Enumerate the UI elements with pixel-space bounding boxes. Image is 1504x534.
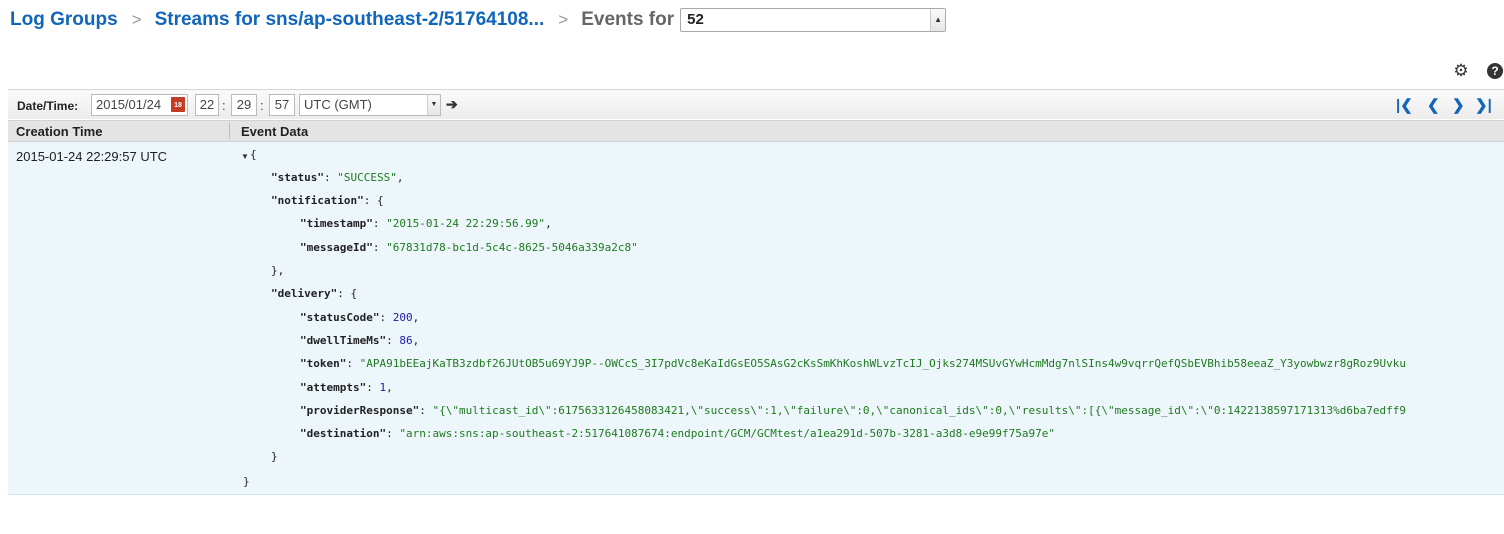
time-colon: : [260, 98, 264, 113]
column-header-creation-time[interactable]: Creation Time [16, 124, 102, 139]
date-time-label: Date/Time: [17, 99, 79, 113]
json-line: "token": "APA91bEEajKaTB3zdbf26JUtOB5u69… [300, 357, 1406, 370]
breadcrumb-separator: > [131, 10, 142, 29]
breadcrumb: Log Groups > Streams for sns/ap-southeas… [10, 6, 947, 34]
breadcrumb-events-label: Events for [581, 9, 675, 30]
collapse-triangle-icon[interactable]: ▼ [241, 152, 249, 161]
column-divider[interactable] [229, 123, 230, 139]
breadcrumb-separator: > [558, 10, 569, 29]
first-page-icon[interactable]: |❮ [1396, 96, 1413, 114]
json-line: "dwellTimeMs": 86, [300, 334, 420, 347]
json-line: } [243, 475, 250, 488]
timezone-select[interactable]: UTC (GMT) ▼ [299, 94, 441, 116]
json-line: "messageId": "67831d78-bc1d-5c4c-8625-50… [300, 241, 638, 254]
gear-icon[interactable]: ⚙ [1452, 62, 1470, 80]
prev-page-icon[interactable]: ❮ [1427, 96, 1440, 114]
json-line: "statusCode": 200, [300, 311, 420, 324]
creation-time-cell: 2015-01-24 22:29:57 UTC [16, 149, 168, 164]
stream-select[interactable]: 52 ▲ [680, 8, 947, 32]
json-line: "attempts": 1, [300, 381, 393, 394]
json-line: "providerResponse": "{\"multicast_id\":6… [300, 404, 1406, 417]
stream-select-value: 52 [687, 11, 704, 28]
json-line: "delivery": { [271, 287, 358, 300]
dropdown-arrow-icon: ▲ [930, 9, 946, 31]
help-icon[interactable]: ? [1487, 63, 1503, 79]
breadcrumb-streams-link[interactable]: Streams for sns/ap-southeast-2/51764108.… [155, 9, 545, 31]
last-page-icon[interactable]: ❯| [1475, 96, 1492, 114]
dropdown-arrow-icon: ▼ [427, 95, 440, 115]
json-line: }, [271, 264, 285, 277]
minute-input[interactable]: 29 [231, 94, 257, 116]
json-line: "notification": { [271, 194, 384, 207]
json-line: { [250, 148, 257, 161]
second-value: 57 [274, 97, 290, 112]
json-line: "destination": "arn:aws:sns:ap-southeast… [300, 427, 1055, 440]
json-line: "timestamp": "2015-01-24 22:29:56.99", [300, 217, 552, 230]
json-line: } [271, 450, 278, 463]
breadcrumb-log-groups-link[interactable]: Log Groups [10, 9, 118, 31]
timezone-value: UTC (GMT) [304, 97, 372, 112]
table-header: Creation Time Event Data [8, 120, 1504, 142]
json-line: "status": "SUCCESS", [271, 171, 404, 184]
second-input[interactable]: 57 [269, 94, 295, 116]
hour-value: 22 [199, 97, 215, 112]
date-toolbar: Date/Time: 2015/01/24 18 22 : 29 : 57 UT… [8, 89, 1504, 119]
table-row[interactable]: 2015-01-24 22:29:57 UTC ▼ { "status": "S… [8, 142, 1504, 495]
event-json: { "status": "SUCCESS", "notification": {… [8, 142, 1406, 488]
date-input[interactable]: 2015/01/24 18 [91, 94, 188, 116]
column-header-event-data[interactable]: Event Data [241, 124, 308, 139]
time-colon: : [222, 98, 226, 113]
next-page-icon[interactable]: ❯ [1452, 96, 1465, 114]
calendar-icon[interactable]: 18 [171, 97, 185, 112]
arrow-right-icon[interactable]: ➔ [446, 96, 458, 113]
date-value: 2015/01/24 [96, 97, 162, 112]
minute-value: 29 [236, 97, 252, 112]
hour-input[interactable]: 22 [195, 94, 219, 116]
